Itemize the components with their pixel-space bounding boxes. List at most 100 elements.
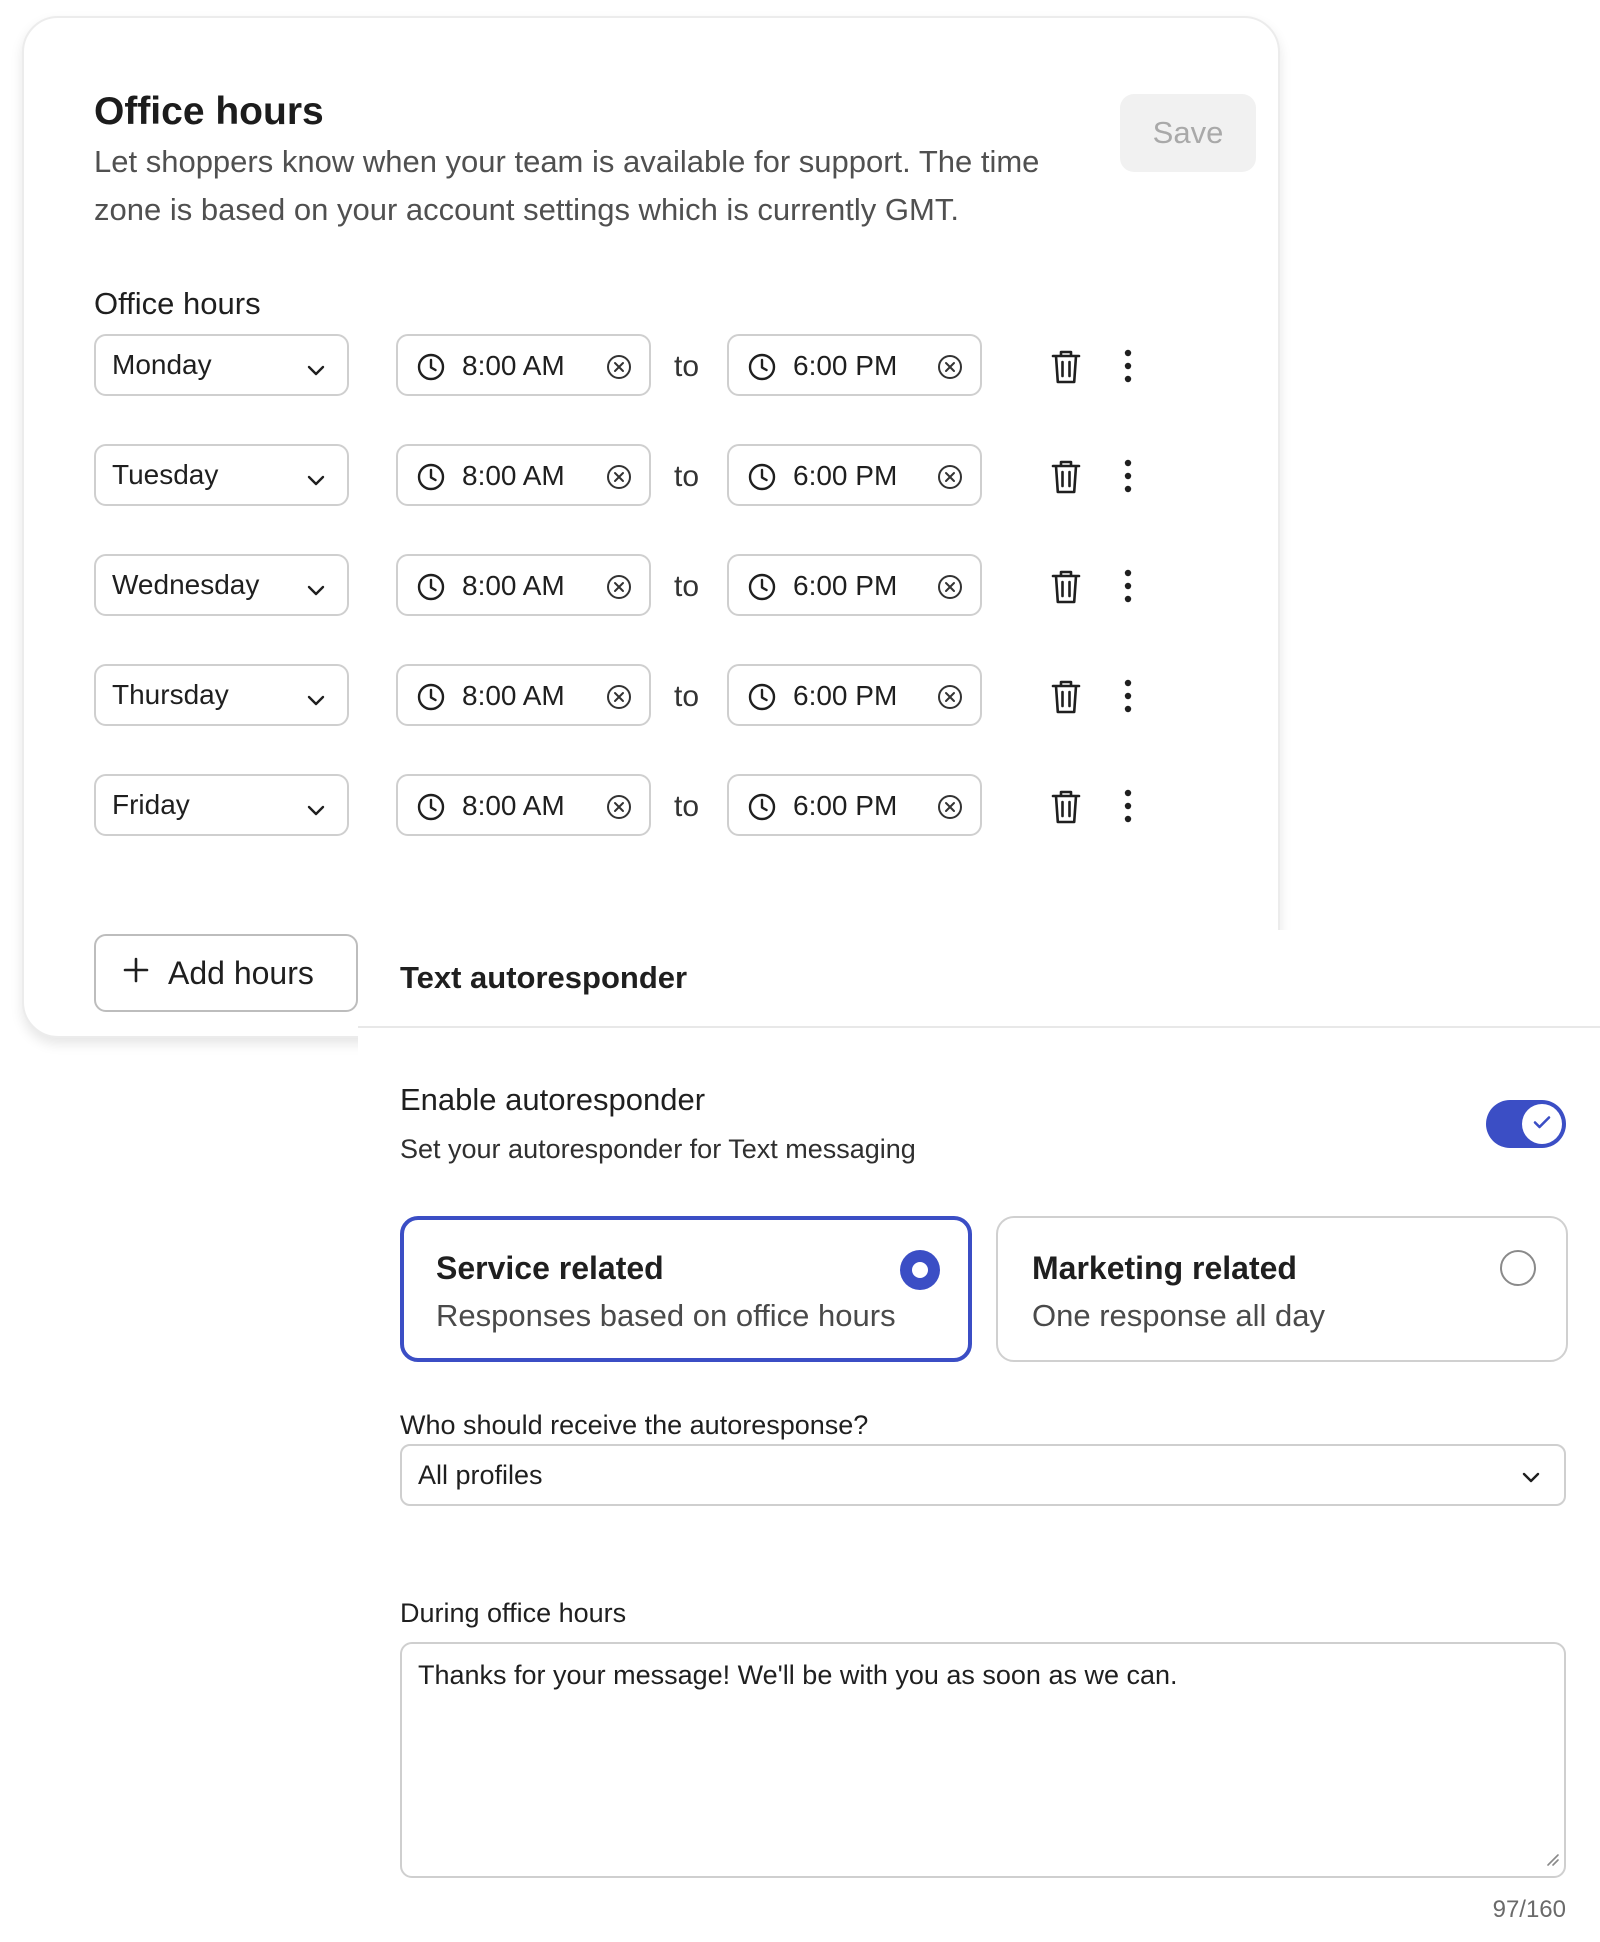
trash-icon[interactable] <box>1050 568 1082 611</box>
day-select[interactable]: Monday <box>94 334 349 396</box>
clock-icon <box>747 572 777 609</box>
day-select[interactable]: Friday <box>94 774 349 836</box>
clock-icon <box>416 572 446 609</box>
clear-icon[interactable] <box>605 573 633 608</box>
chevron-down-icon <box>305 466 327 498</box>
end-time-field[interactable]: 6:00 PM <box>727 554 982 616</box>
clock-icon <box>747 792 777 829</box>
plus-icon <box>122 955 150 992</box>
clear-icon[interactable] <box>936 573 964 608</box>
divider <box>358 1026 1600 1028</box>
end-time-value: 6:00 PM <box>793 570 898 601</box>
chevron-down-icon <box>305 686 327 718</box>
day-select[interactable]: Wednesday <box>94 554 349 616</box>
day-value: Monday <box>112 349 212 380</box>
during-office-hours-label: During office hours <box>400 1598 627 1628</box>
start-time-field[interactable]: 8:00 AM <box>396 444 651 506</box>
clear-icon[interactable] <box>936 683 964 718</box>
enable-autoresponder-subtitle: Set your autoresponder for Text messagin… <box>400 1134 916 1164</box>
option-subtitle: Responses based on office hours <box>436 1298 896 1333</box>
day-select[interactable]: Tuesday <box>94 444 349 506</box>
clear-icon[interactable] <box>936 353 964 388</box>
recipient-label: Who should receive the autoresponse? <box>400 1410 869 1440</box>
day-value: Thursday <box>112 679 229 710</box>
day-value: Friday <box>112 789 190 820</box>
office-hours-row: Tuesday 8:00 AM to 6:00 PM <box>94 444 1194 506</box>
office-hours-row: Thursday 8:00 AM to 6:00 PM <box>94 664 1194 726</box>
clear-icon[interactable] <box>605 353 633 388</box>
autoresponder-panel: Text autoresponder Enable autoresponder … <box>358 930 1600 1942</box>
character-count: 97/160 <box>1492 1896 1566 1923</box>
end-time-field[interactable]: 6:00 PM <box>727 444 982 506</box>
radio-unselected[interactable] <box>1500 1250 1536 1286</box>
day-value: Wednesday <box>112 569 260 600</box>
start-time-value: 8:00 AM <box>462 350 565 381</box>
start-time-field[interactable]: 8:00 AM <box>396 334 651 396</box>
office-hours-row: Wednesday 8:00 AM to 6:00 PM <box>94 554 1194 616</box>
more-vertical-icon[interactable] <box>1122 568 1134 609</box>
to-label: to <box>674 680 700 713</box>
end-time-field[interactable]: 6:00 PM <box>727 334 982 396</box>
more-vertical-icon[interactable] <box>1122 348 1134 389</box>
clock-icon <box>416 352 446 389</box>
start-time-value: 8:00 AM <box>462 570 565 601</box>
office-hours-card: Office hours Let shoppers know when your… <box>22 16 1280 1038</box>
more-vertical-icon[interactable] <box>1122 458 1134 499</box>
office-hours-row: Friday 8:00 AM to 6:00 PM <box>94 774 1194 836</box>
end-time-value: 6:00 PM <box>793 460 898 491</box>
start-time-field[interactable]: 8:00 AM <box>396 774 651 836</box>
resize-handle-icon[interactable] <box>1542 1849 1560 1872</box>
end-time-value: 6:00 PM <box>793 680 898 711</box>
start-time-value: 8:00 AM <box>462 460 565 491</box>
chevron-down-icon <box>305 796 327 828</box>
office-hours-row: Monday 8:00 AM to 6:00 PM <box>94 334 1194 396</box>
clock-icon <box>416 682 446 719</box>
trash-icon[interactable] <box>1050 788 1082 831</box>
more-vertical-icon[interactable] <box>1122 678 1134 719</box>
end-time-field[interactable]: 6:00 PM <box>727 774 982 836</box>
check-icon <box>1530 1110 1554 1139</box>
marketing-related-option[interactable]: Marketing related One response all day <box>996 1216 1568 1362</box>
day-select[interactable]: Thursday <box>94 664 349 726</box>
chevron-down-icon <box>305 356 327 388</box>
end-time-value: 6:00 PM <box>793 790 898 821</box>
chevron-down-icon <box>305 576 327 608</box>
clear-icon[interactable] <box>936 793 964 828</box>
radio-selected[interactable] <box>900 1250 940 1290</box>
option-title: Marketing related <box>1032 1250 1297 1286</box>
to-label: to <box>674 790 700 823</box>
start-time-field[interactable]: 8:00 AM <box>396 664 651 726</box>
clock-icon <box>416 792 446 829</box>
chevron-down-icon <box>1520 1466 1542 1493</box>
save-button[interactable]: Save <box>1120 94 1256 172</box>
office-hours-section-label: Office hours <box>94 286 261 321</box>
option-title: Service related <box>436 1250 664 1286</box>
clear-icon[interactable] <box>936 463 964 498</box>
service-related-option[interactable]: Service related Responses based on offic… <box>400 1216 972 1362</box>
add-hours-label: Add hours <box>168 954 314 991</box>
start-time-field[interactable]: 8:00 AM <box>396 554 651 616</box>
enable-autoresponder-toggle[interactable] <box>1486 1100 1566 1148</box>
message-textarea[interactable]: Thanks for your message! We'll be with y… <box>400 1642 1566 1878</box>
trash-icon[interactable] <box>1050 348 1082 391</box>
clear-icon[interactable] <box>605 463 633 498</box>
clear-icon[interactable] <box>605 683 633 718</box>
start-time-value: 8:00 AM <box>462 680 565 711</box>
to-label: to <box>674 570 700 603</box>
recipient-value: All profiles <box>418 1460 543 1490</box>
enable-autoresponder-title: Enable autoresponder <box>400 1082 706 1117</box>
card-title: Office hours <box>94 90 324 133</box>
clock-icon <box>747 682 777 719</box>
end-time-value: 6:00 PM <box>793 350 898 381</box>
trash-icon[interactable] <box>1050 678 1082 721</box>
autoresponder-title: Text autoresponder <box>400 960 688 995</box>
clock-icon <box>747 352 777 389</box>
clock-icon <box>416 462 446 499</box>
clear-icon[interactable] <box>605 793 633 828</box>
trash-icon[interactable] <box>1050 458 1082 501</box>
add-hours-button[interactable]: Add hours <box>94 934 358 1012</box>
more-vertical-icon[interactable] <box>1122 788 1134 829</box>
to-label: to <box>674 350 700 383</box>
end-time-field[interactable]: 6:00 PM <box>727 664 982 726</box>
recipient-select[interactable]: All profiles <box>400 1444 1566 1506</box>
